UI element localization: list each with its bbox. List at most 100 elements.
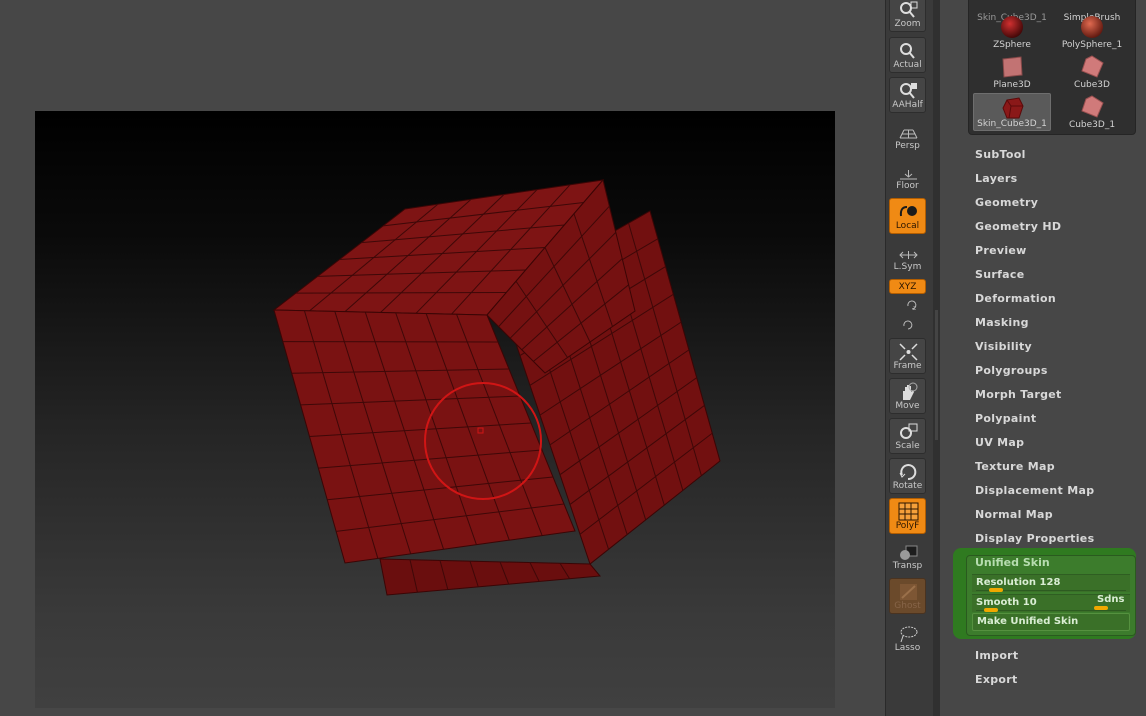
polyframe-grid-icon <box>898 502 919 521</box>
local-rotation-icon <box>899 206 917 217</box>
perspective-grid-icon <box>899 129 918 139</box>
lsym-button[interactable]: L.Sym <box>889 239 926 275</box>
frame-button[interactable]: Frame <box>889 338 926 374</box>
tool-polysphere-1[interactable]: PolySphere_1 <box>1053 13 1131 51</box>
scale-icon <box>900 423 918 439</box>
unified-skin-title[interactable]: Unified Skin <box>975 556 1050 569</box>
skin-cube-thumbnail-icon <box>1002 97 1024 119</box>
make-unified-skin-button[interactable]: Make Unified Skin <box>972 613 1130 631</box>
aahalf-label: AAHalf <box>892 100 923 110</box>
local-button[interactable]: Local <box>889 198 926 234</box>
tool-cube3d[interactable]: Cube3D <box>1053 53 1131 91</box>
symmetry-arrows-icon <box>899 251 918 259</box>
actual-button[interactable]: Actual <box>889 37 926 73</box>
polysphere-thumbnail-icon <box>1081 16 1103 38</box>
make-unified-skin-label: Make Unified Skin <box>977 616 1079 627</box>
menu-subtool[interactable]: SubTool <box>975 148 1026 161</box>
menu-morph-target[interactable]: Morph Target <box>975 388 1062 401</box>
sdns-knob[interactable] <box>1094 606 1108 610</box>
tool-label: Cube3D_1 <box>1068 120 1116 130</box>
magnifier-icon <box>900 43 915 59</box>
cube-thumbnail-icon <box>1081 95 1104 118</box>
scale-label: Scale <box>895 441 920 451</box>
tool-zsphere[interactable]: ZSphere <box>973 13 1051 51</box>
cube-thumbnail-icon <box>1081 55 1104 78</box>
zoom-label: Zoom <box>894 19 921 29</box>
menu-layers[interactable]: Layers <box>975 172 1018 185</box>
zoom-icon <box>900 1 918 18</box>
transparency-icon <box>900 545 918 560</box>
resolution-slider[interactable]: Resolution 128 <box>972 574 1130 592</box>
transp-label: Transp <box>892 561 923 571</box>
hand-icon <box>903 382 918 400</box>
smooth-track <box>976 610 1126 611</box>
aahalf-button[interactable]: AAHalf <box>889 77 926 113</box>
menu-visibility[interactable]: Visibility <box>975 340 1032 353</box>
menu-masking[interactable]: Masking <box>975 316 1029 329</box>
xyz-label: XYZ <box>898 282 917 292</box>
menu-display-properties[interactable]: Display Properties <box>975 532 1094 545</box>
menu-displacement-map[interactable]: Displacement Map <box>975 484 1094 497</box>
menu-geometry[interactable]: Geometry <box>975 196 1038 209</box>
cube-mesh <box>272 178 721 596</box>
tool-cube3d-1[interactable]: Cube3D_1 <box>1053 93 1131 131</box>
frame-label: Frame <box>893 361 922 371</box>
menu-uv-map[interactable]: UV Map <box>975 436 1024 449</box>
resolution-knob[interactable] <box>989 588 1003 592</box>
menu-import[interactable]: Import <box>975 649 1018 662</box>
floor-label: Floor <box>896 181 919 191</box>
tool-label: Plane3D <box>993 80 1031 90</box>
ghost-label: Ghost <box>894 601 921 611</box>
rotate-y-icon[interactable] <box>901 318 915 332</box>
resolution-label: Resolution 128 <box>976 577 1061 588</box>
polyf-button[interactable]: PolyF <box>889 498 926 534</box>
polyf-label: PolyF <box>895 521 920 531</box>
canvas-viewport[interactable] <box>35 111 835 708</box>
scale-button[interactable]: Scale <box>889 418 926 454</box>
ghost-icon <box>900 584 917 600</box>
menu-preview[interactable]: Preview <box>975 244 1027 257</box>
rotate-button[interactable]: Rotate <box>889 458 926 494</box>
frame-icon <box>899 343 918 361</box>
menu-normal-map[interactable]: Normal Map <box>975 508 1053 521</box>
move-button[interactable]: Move <box>889 378 926 414</box>
menu-geometry-hd[interactable]: Geometry HD <box>975 220 1061 233</box>
floor-button[interactable]: Floor <box>889 158 926 194</box>
lasso-button[interactable]: Lasso <box>889 620 926 656</box>
smooth-knob[interactable] <box>984 608 998 612</box>
floor-icon <box>900 170 917 180</box>
tool-label: PolySphere_1 <box>1061 40 1123 50</box>
xyz-button[interactable]: XYZ <box>889 279 926 294</box>
lasso-label: Lasso <box>894 643 921 653</box>
menu-texture-map[interactable]: Texture Map <box>975 460 1055 473</box>
svg-text:z: z <box>913 305 916 312</box>
menu-export[interactable]: Export <box>975 673 1018 686</box>
magnifier-icon <box>900 83 917 99</box>
menu-polypaint[interactable]: Polypaint <box>975 412 1036 425</box>
actual-label: Actual <box>893 60 922 70</box>
rotate-icon <box>899 464 917 481</box>
menu-surface[interactable]: Surface <box>975 268 1024 281</box>
transp-button[interactable]: Transp <box>889 538 926 574</box>
lsym-label: L.Sym <box>893 262 922 272</box>
menu-polygroups[interactable]: Polygroups <box>975 364 1048 377</box>
tool-plane3d[interactable]: Plane3D <box>973 53 1051 91</box>
zoom-button[interactable]: Zoom <box>889 0 926 32</box>
tool-label: Cube3D <box>1074 80 1110 90</box>
persp-button[interactable]: Persp <box>889 118 926 154</box>
shelf-scroll-grip[interactable] <box>935 310 938 440</box>
smooth-label: Smooth 10 <box>976 597 1037 608</box>
zbrush-window: Zoom Actual AAHalf Persp Floor Local L.S… <box>0 0 1146 716</box>
tool-skin-cube3d-1[interactable]: Skin_Cube3D_1 <box>973 93 1051 131</box>
ghost-button[interactable]: Ghost <box>889 578 926 614</box>
zsphere-thumbnail-icon <box>1001 16 1023 38</box>
rotate-z-icon[interactable]: z <box>905 298 919 312</box>
persp-label: Persp <box>895 141 920 151</box>
tool-label: Skin_Cube3D_1 <box>977 119 1047 129</box>
mesh-canvas <box>272 178 721 596</box>
sdns-label: Sdns <box>1097 594 1125 605</box>
rotate-label: Rotate <box>892 481 923 491</box>
menu-deformation[interactable]: Deformation <box>975 292 1056 305</box>
lasso-icon <box>900 626 918 643</box>
move-label: Move <box>895 401 920 411</box>
